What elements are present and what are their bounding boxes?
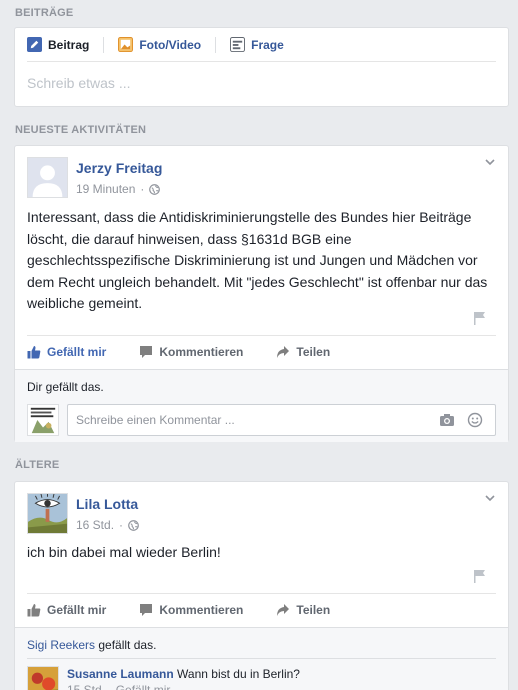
share-label: Teilen [296, 344, 331, 359]
comment-meta: 15 Std. · Gefällt mir [67, 683, 171, 690]
globe-icon [128, 519, 139, 531]
likes-suffix: gefällt das. [95, 638, 157, 652]
comment-input[interactable]: Schreibe einen Kommentar ... [67, 404, 496, 436]
like-button[interactable]: Gefällt mir [27, 603, 106, 617]
comment-button[interactable]: Kommentieren [139, 603, 243, 617]
tab-status-label: Beitrag [48, 37, 90, 52]
emoji-icon[interactable] [467, 412, 483, 428]
avatar[interactable] [27, 157, 68, 198]
photo-icon [118, 37, 134, 52]
post-time[interactable]: 16 Std. [76, 518, 114, 532]
flag-icon[interactable] [473, 569, 486, 583]
chevron-down-icon[interactable] [484, 492, 496, 504]
meta-separator: · [119, 518, 124, 532]
pencil-icon [27, 37, 42, 52]
share-icon [277, 603, 290, 616]
comment-icon [140, 345, 153, 358]
globe-icon [149, 183, 161, 195]
composer-card: Beitrag Foto/Video Frage Schreib etwas .… [14, 27, 509, 107]
comment-icon [140, 603, 153, 616]
comment-composer: Schreibe einen Kommentar ... [27, 404, 496, 436]
post-body: ich bin dabei mal wieder Berlin! [27, 544, 221, 560]
avatar[interactable] [27, 666, 59, 690]
post-footer: Sigi Reekers gefällt das. Susanne Lauman… [15, 627, 508, 690]
comment-label: Kommentieren [159, 344, 244, 359]
comment-placeholder: Schreibe einen Kommentar ... [76, 413, 235, 427]
post-meta: 19 Minuten · [76, 182, 162, 196]
composer-input[interactable]: Schreib etwas ... [27, 75, 131, 91]
composer-tabs: Beitrag Foto/Video Frage [27, 28, 496, 62]
share-icon [277, 345, 290, 358]
section-label-older: ÄLTERE [15, 459, 60, 471]
avatar[interactable] [27, 404, 59, 436]
section-label-posts: BEITRÄGE [15, 7, 74, 19]
post-author[interactable]: Lila Lotta [76, 496, 139, 512]
post-author[interactable]: Jerzy Freitag [76, 160, 162, 176]
share-button[interactable]: Teilen [276, 603, 330, 617]
post-meta: 16 Std. · [76, 518, 139, 532]
comment-author[interactable]: Susanne Laumann [67, 667, 174, 681]
tab-question-label: Frage [251, 37, 284, 52]
liker-name[interactable]: Sigi Reekers [27, 638, 95, 652]
tab-photo-video-label: Foto/Video [139, 37, 202, 52]
post-actions: Gefällt mir Kommentieren Teilen [27, 593, 496, 625]
likes-summary: Dir gefällt das. [27, 380, 104, 394]
post-footer: Dir gefällt das. Schreibe einen Kommenta… [15, 369, 508, 442]
comment-label: Kommentieren [159, 602, 244, 617]
post-time[interactable]: 19 Minuten [76, 182, 135, 196]
question-list-icon [230, 37, 246, 52]
chevron-down-icon[interactable] [484, 156, 496, 168]
flag-icon[interactable] [473, 311, 486, 325]
tab-status[interactable]: Beitrag [27, 37, 89, 52]
section-label-recent: NEUESTE AKTIVITÄTEN [15, 124, 147, 136]
avatar[interactable] [27, 493, 68, 534]
tab-question[interactable]: Frage [230, 37, 284, 52]
share-button[interactable]: Teilen [276, 345, 330, 359]
like-label: Gefällt mir [47, 344, 107, 359]
tab-photo-video[interactable]: Foto/Video [118, 37, 201, 52]
tab-divider [103, 36, 105, 53]
post-body: Interessant, dass die Antidiskriminierun… [27, 209, 488, 311]
like-label: Gefällt mir [47, 602, 107, 617]
comment-text: Wann bist du in Berlin? [177, 667, 300, 681]
comment-button[interactable]: Kommentieren [139, 345, 243, 359]
post-card: Jerzy Freitag 19 Minuten · Interessant, … [14, 145, 509, 442]
post-header: Jerzy Freitag 19 Minuten · [27, 157, 162, 198]
post-header: Lila Lotta 16 Std. · [27, 493, 139, 534]
tab-divider [215, 36, 217, 53]
thumbs-up-icon [27, 345, 41, 358]
like-button[interactable]: Gefällt mir [27, 345, 106, 359]
comment-item: Susanne Laumann Wann bist du in Berlin? … [27, 666, 300, 690]
post-actions: Gefällt mir Kommentieren Teilen [27, 335, 496, 367]
post-card: Lila Lotta 16 Std. · ich bin dabei mal w… [14, 481, 509, 690]
thumbs-up-icon [27, 603, 41, 616]
likes-summary: Sigi Reekers gefällt das. [27, 638, 156, 652]
share-label: Teilen [296, 602, 331, 617]
divider [27, 658, 496, 659]
camera-icon[interactable] [439, 412, 455, 428]
meta-separator: · [140, 182, 145, 196]
